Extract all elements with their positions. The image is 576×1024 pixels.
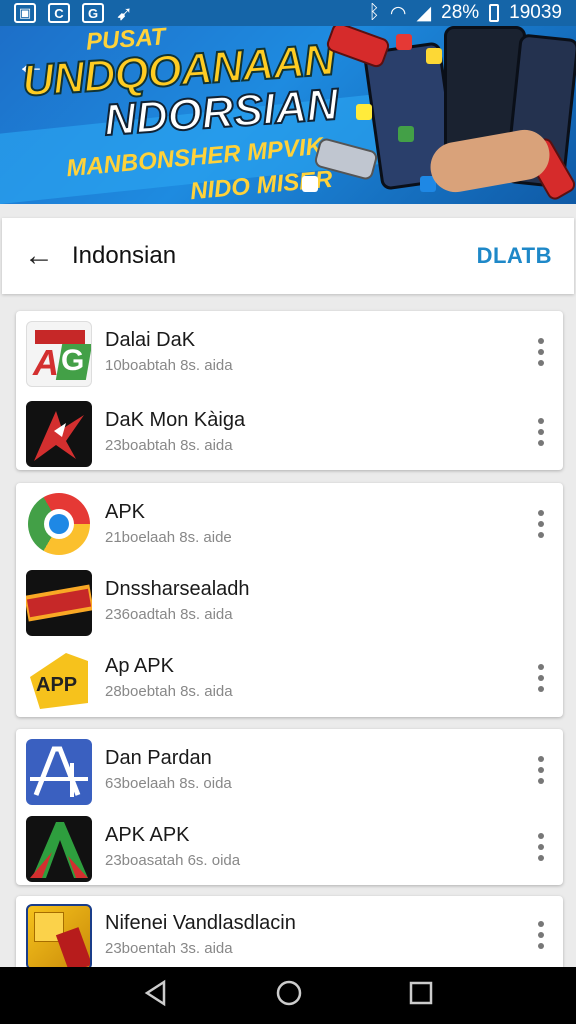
ag-logo-icon: A G bbox=[26, 321, 92, 387]
banner-badge-icon bbox=[26, 570, 92, 636]
app-meta: 10boabtah 8s. aida bbox=[105, 357, 233, 374]
status-bar: ▣ C G ➹ ᛒ ◠ ◢ 28% 19039 bbox=[0, 0, 576, 26]
promo-banner[interactable]: ← PUSAT UNDQOANAAN NDORSIAN MANBONSHER M… bbox=[0, 26, 576, 204]
page-title: Indonsian bbox=[72, 242, 177, 269]
app-meta: 28boebtah 8s. aida bbox=[105, 683, 233, 700]
page-header: ← Indonsian DLATB bbox=[2, 218, 574, 294]
bird-icon: ➹ bbox=[116, 2, 133, 25]
green-a-logo-icon bbox=[26, 816, 92, 882]
app-name: Dalai DaK bbox=[105, 329, 196, 351]
app-meta: 236oadtah 8s. aida bbox=[105, 606, 233, 623]
more-options-icon[interactable] bbox=[531, 918, 551, 952]
list-item[interactable]: A G Dalai DaK 10boabtah 8s. aida bbox=[16, 313, 563, 391]
c-app-icon: G bbox=[82, 3, 104, 23]
list-item[interactable]: APK APK 23boasatah 6s. oida bbox=[16, 808, 563, 886]
system-navigation-bar bbox=[0, 967, 576, 1024]
header-action-button[interactable]: DLATB bbox=[477, 243, 552, 269]
c-app-icon: C bbox=[48, 3, 70, 23]
image-icon: ▣ bbox=[14, 3, 36, 23]
app-name: APK bbox=[105, 501, 146, 523]
more-options-icon[interactable] bbox=[531, 507, 551, 541]
app-meta: 23boentah 3s. aida bbox=[105, 940, 233, 957]
bluetooth-icon: ᛒ bbox=[368, 2, 380, 23]
app-meta: 63boelaah 8s. oida bbox=[105, 775, 232, 792]
app-meta: 21boelaah 8s. aide bbox=[105, 529, 232, 546]
signal-icon: ◢ bbox=[416, 2, 432, 24]
svg-text:APP: APP bbox=[36, 674, 77, 696]
more-options-icon[interactable] bbox=[531, 661, 551, 695]
apk-tag-icon: APP bbox=[26, 647, 92, 713]
gold-box-icon bbox=[26, 904, 92, 967]
list-item[interactable]: APK 21boelaah 8s. aide bbox=[16, 485, 563, 563]
clock: 19039 bbox=[509, 2, 562, 23]
a-plus-logo-icon bbox=[26, 739, 92, 805]
more-options-icon[interactable] bbox=[531, 830, 551, 864]
chrome-logo-icon bbox=[28, 493, 90, 555]
battery-icon bbox=[489, 4, 500, 22]
app-name: Dan Pardan bbox=[105, 747, 212, 769]
home-icon[interactable] bbox=[275, 979, 303, 1012]
app-group-card: APK 21boelaah 8s. aide Dnssharsealadh 23… bbox=[16, 483, 563, 717]
app-name: Dnssharsealadh bbox=[105, 578, 250, 600]
app-group-card: A G Dalai DaK 10boabtah 8s. aida DaK Mon… bbox=[16, 311, 563, 470]
list-item[interactable]: Nifenei Vandlasdlacin 23boentah 3s. aida bbox=[16, 896, 563, 967]
battery-percent: 28% bbox=[441, 2, 480, 23]
app-tile-illustration bbox=[396, 34, 412, 50]
list-item[interactable]: Dnssharsealadh 236oadtah 8s. aida bbox=[16, 562, 563, 640]
back-arrow-icon[interactable]: ← bbox=[24, 239, 72, 273]
app-name: Nifenei Vandlasdlacin bbox=[105, 912, 296, 934]
more-options-icon[interactable] bbox=[531, 335, 551, 369]
more-options-icon[interactable] bbox=[531, 415, 551, 449]
app-group-card: Dan Pardan 63boelaah 8s. oida APK APK 23… bbox=[16, 729, 563, 885]
app-tile-illustration bbox=[302, 176, 318, 192]
list-item[interactable]: APP Ap APK 28boebtah 8s. aida bbox=[16, 639, 563, 717]
more-options-icon[interactable] bbox=[531, 753, 551, 787]
wifi-icon: ◠ bbox=[389, 2, 407, 24]
app-tile-illustration bbox=[426, 48, 442, 64]
red-bird-logo-icon bbox=[26, 401, 92, 467]
app-name: DaK Mon Kàiga bbox=[105, 409, 246, 431]
app-name: APK APK bbox=[105, 824, 190, 846]
back-icon[interactable] bbox=[142, 979, 170, 1012]
list-item[interactable]: Dan Pardan 63boelaah 8s. oida bbox=[16, 731, 563, 809]
app-tile-illustration bbox=[398, 126, 414, 142]
app-meta: 23boabtah 8s. aida bbox=[105, 437, 233, 454]
app-name: Ap APK bbox=[105, 655, 174, 677]
app-group-card: Nifenei Vandlasdlacin 23boentah 3s. aida bbox=[16, 896, 563, 967]
app-meta: 23boasatah 6s. oida bbox=[105, 852, 241, 869]
list-item[interactable]: DaK Mon Kàiga 23boabtah 8s. aida bbox=[16, 393, 563, 471]
app-tile-illustration bbox=[356, 104, 372, 120]
recents-icon[interactable] bbox=[408, 980, 434, 1011]
